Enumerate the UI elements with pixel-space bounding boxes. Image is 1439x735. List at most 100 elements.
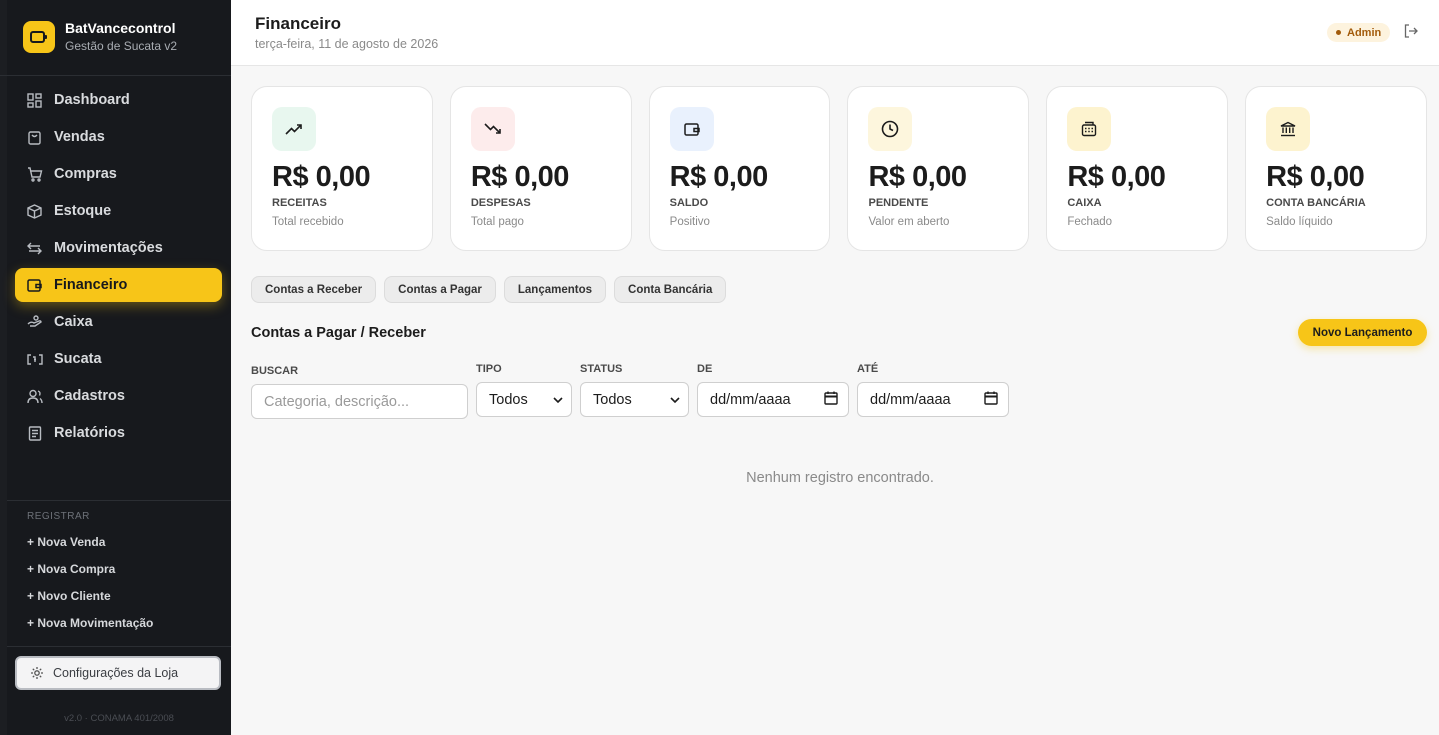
card-value: R$ 0,00 (1067, 161, 1166, 193)
ate-date-value: dd/mm/aaaa (870, 391, 951, 408)
card-conta-bancaria: R$ 0,00 CONTA BANCÁRIA Saldo líquido (1245, 86, 1427, 251)
sidebar-item-label: Dashboard (54, 92, 130, 108)
sidebar-item-relatorios[interactable]: Relatórios (15, 416, 222, 450)
divider (7, 646, 231, 647)
new-client-link[interactable]: + Novo Cliente (27, 589, 153, 616)
report-icon (26, 425, 43, 442)
tab-conta-bancaria[interactable]: Conta Bancária (614, 276, 727, 303)
wallet-icon (26, 277, 43, 294)
ate-date-input[interactable]: dd/mm/aaaa (857, 382, 1009, 417)
card-saldo: R$ 0,00 SALDO Positivo (648, 86, 831, 251)
new-entry-button[interactable]: Novo Lançamento (1298, 319, 1427, 346)
arrows-icon (26, 240, 43, 257)
chevron-down-icon (670, 392, 680, 408)
card-subtitle: Valor em aberto (868, 216, 950, 228)
card-subtitle: Positivo (669, 216, 710, 228)
register-icon (1067, 107, 1112, 151)
register-list: + Nova Venda + Nova Compra + Novo Client… (27, 535, 153, 643)
card-pendente: R$ 0,00 PENDENTE Valor em aberto (847, 86, 1030, 251)
bag-icon (26, 129, 43, 146)
de-date-input[interactable]: dd/mm/aaaa (697, 382, 849, 417)
de-label: DE (697, 363, 713, 375)
chevron-down-icon (553, 392, 563, 408)
sidebar-item-label: Cadastros (54, 388, 125, 404)
new-movement-link[interactable]: + Nova Movimentação (27, 616, 153, 643)
sidebar-item-vendas[interactable]: Vendas (15, 120, 222, 154)
sidebar-item-label: Relatórios (54, 425, 125, 441)
new-sale-link[interactable]: + Nova Venda (27, 535, 153, 562)
sidebar-item-label: Estoque (54, 203, 112, 219)
card-subtitle: Saldo líquido (1266, 216, 1333, 228)
card-receitas: R$ 0,00 RECEITAS Total recebido (251, 86, 433, 251)
page-date: terça-feira, 11 de agosto de 2026 (255, 37, 439, 51)
brand-title: BatVancecontrol (65, 20, 176, 36)
register-title: REGISTRAR (27, 511, 90, 522)
card-label: CAIXA (1067, 197, 1102, 209)
empty-state-message: Nenhum registro encontrado. (746, 470, 934, 486)
card-subtitle: Total pago (470, 216, 524, 228)
role-badge: Admin (1327, 23, 1391, 42)
tab-lancamentos[interactable]: Lançamentos (503, 276, 607, 303)
card-value: R$ 0,00 (1266, 161, 1365, 193)
tab-contas-a-pagar[interactable]: Contas a Pagar (384, 276, 496, 303)
de-date-value: dd/mm/aaaa (710, 391, 791, 408)
battery-icon (23, 21, 55, 53)
cash-icon (26, 314, 43, 331)
sidebar-item-financeiro[interactable]: Financeiro (15, 268, 222, 302)
tab-contas-a-receber[interactable]: Contas a Receber (251, 276, 377, 303)
card-value: R$ 0,00 (470, 161, 570, 193)
card-subtitle: Fechado (1067, 216, 1113, 228)
sidebar-item-dashboard[interactable]: Dashboard (15, 83, 222, 117)
page-header: Financeiro terça-feira, 11 de agosto de … (231, 0, 1439, 66)
divider (7, 500, 231, 501)
logout-icon[interactable] (1402, 22, 1420, 40)
sidebar-item-label: Sucata (54, 351, 102, 367)
sidebar-item-compras[interactable]: Compras (15, 157, 222, 191)
calendar-icon[interactable] (824, 391, 838, 409)
section-title: Contas a Pagar / Receber (251, 325, 426, 341)
wallet-icon (669, 107, 714, 151)
users-icon (26, 388, 43, 405)
sidebar: BatVancecontrol Gestão de Sucata v2 Dash… (0, 0, 231, 735)
sidebar-item-movimentacoes[interactable]: Movimentações (15, 231, 222, 265)
tab-bar: Contas a Receber Contas a Pagar Lançamen… (251, 276, 727, 303)
gear-icon (30, 666, 44, 680)
sidebar-item-label: Vendas (54, 129, 105, 145)
trend-down-icon (470, 107, 515, 151)
tipo-select[interactable]: Todos (476, 382, 572, 417)
status-select-value: Todos (593, 391, 632, 408)
dashboard-icon (26, 92, 43, 109)
tipo-label: TIPO (476, 363, 502, 375)
status-select[interactable]: Todos (580, 382, 689, 417)
card-label: RECEITAS (272, 197, 327, 209)
brand-subtitle: Gestão de Sucata v2 (65, 39, 178, 53)
stat-cards: R$ 0,00 RECEITAS Total recebido R$ 0,00 … (251, 86, 1427, 251)
sidebar-item-cadastros[interactable]: Cadastros (15, 379, 222, 413)
sidebar-item-label: Financeiro (54, 277, 128, 293)
ate-label: ATÉ (857, 363, 879, 375)
card-label: SALDO (669, 197, 709, 209)
sidebar-item-label: Movimentações (54, 240, 163, 256)
tipo-select-value: Todos (489, 391, 528, 408)
trend-up-icon (272, 107, 316, 151)
card-subtitle: Total recebido (272, 216, 344, 228)
search-input[interactable]: Categoria, descrição... (251, 384, 468, 419)
sidebar-item-sucata[interactable]: Sucata (15, 342, 222, 376)
status-dot (1336, 30, 1341, 35)
calendar-icon[interactable] (984, 391, 998, 409)
sidebar-nav: Dashboard Vendas Compras Estoque Movimen… (15, 83, 222, 453)
sidebar-item-estoque[interactable]: Estoque (15, 194, 222, 228)
bank-icon (1266, 107, 1311, 151)
recycle-icon (26, 351, 43, 368)
version-text: v2.0 · CONAMA 401/2008 (64, 713, 174, 724)
page-title: Financeiro (255, 14, 341, 33)
card-value: R$ 0,00 (272, 161, 371, 193)
sidebar-edge (0, 0, 7, 735)
settings-button[interactable]: Configurações da Loja (15, 656, 221, 690)
sidebar-item-caixa[interactable]: Caixa (15, 305, 222, 339)
brand: BatVancecontrol Gestão de Sucata v2 (0, 0, 231, 76)
box-icon (26, 203, 43, 220)
card-despesas: R$ 0,00 DESPESAS Total pago (449, 86, 632, 251)
new-purchase-link[interactable]: + Nova Compra (27, 562, 153, 589)
card-value: R$ 0,00 (669, 161, 769, 193)
